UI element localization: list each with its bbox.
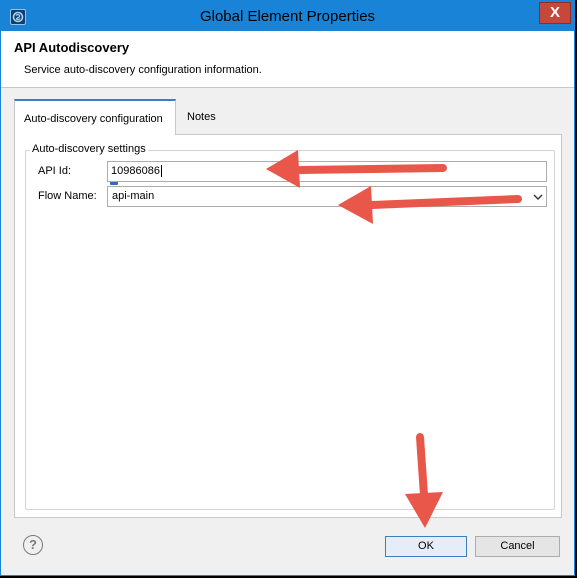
title-bar: Global Element Properties X: [1, 1, 574, 31]
text-caret: [160, 165, 162, 178]
button-bar: ? OK Cancel: [1, 519, 574, 575]
cancel-button[interactable]: Cancel: [475, 536, 560, 557]
flow-name-select[interactable]: api-main: [107, 186, 547, 207]
header-banner: API Autodiscovery Service auto-discovery…: [1, 31, 574, 88]
api-id-input[interactable]: 10986086: [107, 161, 547, 182]
chevron-down-icon[interactable]: [530, 187, 546, 206]
auto-discovery-settings-group: Auto-discovery settings API Id: i 109860…: [25, 143, 555, 510]
banner-title: API Autodiscovery: [14, 40, 130, 55]
group-legend: Auto-discovery settings: [30, 143, 148, 155]
tab-panel: Auto-discovery settings API Id: i 109860…: [14, 134, 562, 518]
flow-name-value: api-main: [112, 190, 155, 202]
dialog-window: Global Element Properties X API Autodisc…: [0, 0, 575, 576]
tab-auto-discovery-configuration[interactable]: Auto-discovery configuration: [14, 99, 176, 135]
flow-name-label: Flow Name:: [38, 190, 97, 202]
close-button[interactable]: X: [539, 2, 571, 24]
help-icon[interactable]: ?: [23, 535, 43, 555]
tab-notes[interactable]: Notes: [178, 99, 228, 135]
window-title: Global Element Properties: [199, 8, 376, 25]
ok-button[interactable]: OK: [385, 536, 467, 557]
api-id-label: API Id:: [38, 165, 72, 177]
tab-area: Auto-discovery configuration Notes Auto-…: [14, 99, 562, 519]
api-id-value: 10986086: [111, 165, 160, 177]
banner-description: Service auto-discovery configuration inf…: [24, 64, 262, 76]
